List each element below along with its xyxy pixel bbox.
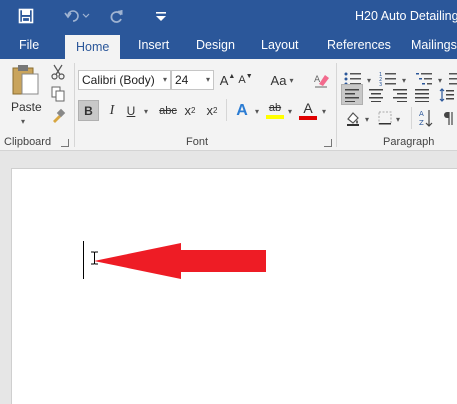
red-arrow-annotation [94,243,266,279]
arrow-shape [94,243,266,279]
word-window: H20 Auto Detailing File Home Insert Desi… [0,0,457,404]
